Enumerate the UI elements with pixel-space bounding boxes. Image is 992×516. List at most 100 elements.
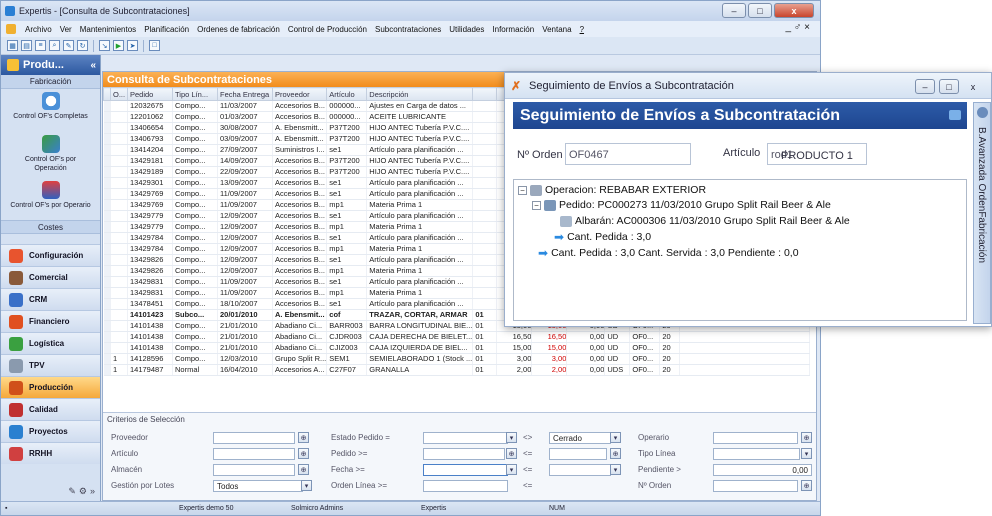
row-selector[interactable] [103,364,111,376]
row-selector[interactable] [103,133,111,145]
menu-ventana[interactable]: Ventana [538,25,575,34]
grid-view-icon[interactable]: ▦ [7,40,18,51]
pendiente-input[interactable]: 0,00 [713,464,812,476]
close-button[interactable]: x [774,3,814,18]
form-view-icon[interactable]: ▤ [21,40,32,51]
orden-input[interactable]: OF0467 [565,143,691,165]
refresh-icon[interactable]: ↻ [77,40,88,51]
chevron-down-icon[interactable]: ▾ [506,464,517,475]
filter-icon[interactable]: ⌕ [49,40,60,51]
menu-help[interactable]: ? [576,25,588,34]
module-tpv[interactable]: TPV [1,354,100,376]
row-selector[interactable] [103,111,111,123]
orden-from-input[interactable] [423,480,508,492]
module-rrhh[interactable]: RRHH [1,442,100,464]
operario-lookup-icon[interactable]: ⊕ [801,432,812,443]
row-selector[interactable] [103,287,111,299]
menu-ver[interactable]: Ver [56,25,76,34]
module-logistica[interactable]: Logística [1,332,100,354]
row-selector[interactable] [103,342,111,354]
column-header[interactable]: O... [110,87,128,101]
menu-subcontrataciones[interactable]: Subcontrataciones [371,25,445,34]
row-selector[interactable] [103,221,111,233]
proveedor-lookup-icon[interactable]: ⊕ [298,432,309,443]
operario-input[interactable] [713,432,798,444]
pedido-from-input[interactable] [423,448,505,460]
module-produccion[interactable]: Producción [1,376,100,398]
proveedor-input[interactable] [213,432,295,444]
sidebar-item-operacion[interactable]: Control OF's por Operación [1,135,100,173]
config-icon[interactable]: ⚙ [79,486,87,497]
pedido-to-input[interactable] [549,448,607,460]
tree-node-cantidad[interactable]: ➡ Cant. Pedida : 3,0 [554,231,651,243]
tools-icon[interactable]: ✎ [63,40,74,51]
chevron-down-icon[interactable]: ▾ [801,448,812,459]
sub-close-button[interactable]: x [963,79,983,94]
row-selector[interactable] [103,331,111,343]
forward-icon[interactable]: ➤ [127,40,138,51]
fecha-from-input[interactable] [423,464,508,476]
sidebar-item-completas[interactable]: Control OF's Completas [1,92,100,121]
norden-input[interactable] [713,480,798,492]
row-selector[interactable] [103,199,111,211]
tree-node-operacion[interactable]: − Operacion: REBABAR EXTERIOR [518,184,706,196]
row-selector[interactable] [103,155,111,167]
tree-node-albaran[interactable]: Albarán: AC000306 11/03/2010 Grupo Split… [560,215,850,227]
module-calidad[interactable]: Calidad [1,398,100,420]
window-icon[interactable]: □ [149,40,160,51]
row-selector[interactable] [103,276,111,288]
options-icon[interactable] [949,110,961,120]
row-selector[interactable] [103,353,111,365]
row-selector[interactable] [103,210,111,222]
mdi-controls[interactable]: _ ♂ × [782,22,814,33]
column-header[interactable]: Tipo Lín... [172,87,218,101]
row-selector[interactable] [103,188,111,200]
row-selector[interactable] [103,265,111,277]
row-selector[interactable] [103,100,111,112]
expand-icon[interactable]: » [90,486,95,496]
menu-utilidades[interactable]: Utilidades [445,25,488,34]
articulo-input[interactable] [213,448,295,460]
row-selector[interactable] [103,309,111,321]
row-selector[interactable] [103,177,111,189]
chevron-icon[interactable]: « [90,60,96,71]
sidebar-item-operario[interactable]: Control OF's por Operario [1,181,100,210]
row-selector[interactable] [103,320,111,332]
sub-maximize-button[interactable]: □ [939,79,959,94]
table-row[interactable]: 14101438 Compo... 21/01/2010 Abadiano Ci...… [103,342,811,354]
row-selector[interactable] [103,232,111,244]
chevron-down-icon[interactable]: ▾ [610,432,621,443]
maximize-button[interactable]: □ [748,3,772,18]
row-selector[interactable] [103,298,111,310]
menu-archivo[interactable]: Archivo [21,25,56,34]
estado-select[interactable] [423,432,508,444]
sub-minimize-button[interactable]: – [915,79,935,94]
row-selector[interactable] [103,122,111,134]
row-selector[interactable] [103,166,111,178]
minimize-button[interactable]: – [722,3,746,18]
column-header[interactable]: Artículo [326,87,368,101]
menu-mantenimientos[interactable]: Mantenimientos [76,25,140,34]
almacen-lookup-icon[interactable]: ⊕ [298,464,309,475]
column-header[interactable]: Fecha Entrega [217,87,273,101]
menu-ordenes[interactable]: Ordenes de fabricación [193,25,284,34]
collapse-icon[interactable]: − [518,185,527,195]
tree-node-pedido[interactable]: − Pedido: PC000273 11/03/2010 Grupo Spli… [532,199,831,211]
row-selector[interactable] [103,243,111,255]
tree-node-cantidad-total[interactable]: ➡ Cant. Pedida : 3,0 Cant. Servida : 3,0… [538,247,799,259]
module-proyectos[interactable]: Proyectos [1,420,100,442]
norden-lookup-icon[interactable]: ⊕ [801,480,812,491]
tools-icon[interactable]: ✎ [68,486,76,497]
menu-planificacion[interactable]: Planificación [140,25,193,34]
module-crm[interactable]: CRM [1,288,100,310]
row-selector[interactable] [103,254,111,266]
menu-control-produccion[interactable]: Control de Producción [284,25,371,34]
estado-value-select[interactable]: Cerrado [549,432,611,444]
play-icon[interactable]: ▶ [113,40,124,51]
chevron-down-icon[interactable]: ▾ [301,480,312,491]
almacen-input[interactable] [213,464,295,476]
table-row[interactable]: 1 14179487 Normal 16/04/2010 Accesorios A...… [103,364,811,376]
chevron-down-icon[interactable]: ▾ [610,464,621,475]
side-tab-busqueda-avanzada[interactable]: B.Avanzada OrdenFabricación [973,102,991,324]
table-row[interactable]: 1 14128596 Compo... 12/03/2010 Grupo Split R… [103,353,811,365]
